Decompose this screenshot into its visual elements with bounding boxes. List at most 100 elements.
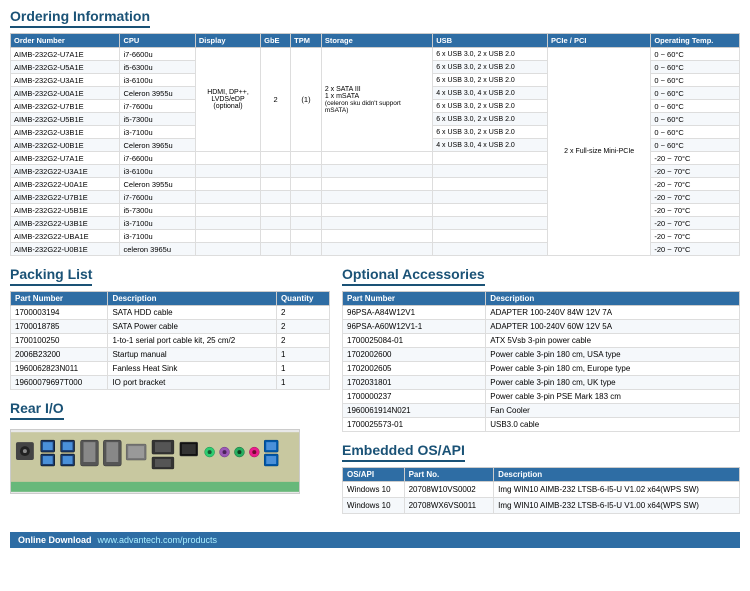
display-cell: HDMI, DP++,LVDS/eDP(optional) (195, 48, 260, 152)
opt-part: 1702002600 (343, 348, 486, 362)
order-number-cell: AIMB-232G2-U5B1E (11, 113, 120, 126)
col-order-number: Order Number (11, 34, 120, 48)
list-item: 17001002501-to-1 serial port cable kit, … (11, 334, 330, 348)
temp-cell: 0 ~ 60°C (651, 61, 740, 74)
usb-cell (433, 230, 548, 243)
opt-part: 1700025573-01 (343, 418, 486, 432)
temp-cell: 0 ~ 60°C (651, 126, 740, 139)
rear-io-image (10, 429, 300, 494)
list-item: 1702031801Power cable 3-pin 180 cm, UK t… (343, 376, 740, 390)
opt-desc: USB3.0 cable (486, 418, 740, 432)
packing-part: 2006B23200 (11, 348, 108, 362)
storage-cell (321, 191, 432, 204)
usb-cell: 6 x USB 3.0, 2 x USB 2.0 (433, 126, 548, 139)
storage-cell (321, 230, 432, 243)
cpu-cell: i7-6600u (120, 152, 195, 165)
gbe-cell (261, 217, 291, 230)
cpu-cell: i3-6100u (120, 165, 195, 178)
two-col-layout: Packing List Part Number Description Qua… (10, 266, 740, 524)
packing-desc: 1-to-1 serial port cable kit, 25 cm/2 (108, 334, 277, 348)
cpu-cell: i5-7300u (120, 204, 195, 217)
opt-desc: ADAPTER 100-240V 84W 12V 7A (486, 306, 740, 320)
order-number-cell: AIMB-232G2-U7B1E (11, 100, 120, 113)
list-item: 19600079697T000IO port bracket1 (11, 376, 330, 390)
display-cell (195, 217, 260, 230)
tpm-cell (291, 165, 322, 178)
cpu-cell: i3-6100u (120, 74, 195, 87)
left-column: Packing List Part Number Description Qua… (10, 266, 330, 524)
usb-cell (433, 204, 548, 217)
display-cell (195, 243, 260, 256)
gbe-cell (261, 204, 291, 217)
os-desc: Img WIN10 AIMB-232 LTSB-6-I5-U V1.02 x64… (494, 482, 740, 498)
os-api: Windows 10 (343, 482, 405, 498)
tpm-cell: (1) (291, 48, 322, 152)
tpm-cell (291, 204, 322, 217)
display-cell (195, 165, 260, 178)
storage-cell (321, 204, 432, 217)
packing-part: 1700003194 (11, 306, 108, 320)
os-col-part: Part No. (404, 468, 494, 482)
online-url[interactable]: www.advantech.com/products (98, 535, 218, 545)
col-usb: USB (433, 34, 548, 48)
ordering-title: Ordering Information (10, 8, 150, 28)
packing-section: Packing List Part Number Description Qua… (10, 266, 330, 390)
storage-cell (321, 178, 432, 191)
gbe-cell (261, 230, 291, 243)
packing-qty: 1 (276, 376, 329, 390)
temp-cell: 0 ~ 60°C (651, 48, 740, 61)
packing-part: 19600079697T000 (11, 376, 108, 390)
col-gbe: GbE (261, 34, 291, 48)
cpu-cell: i7-7600u (120, 100, 195, 113)
packing-col-part: Part Number (11, 292, 108, 306)
rear-io-title: Rear I/O (10, 400, 64, 420)
opt-part: 1960061914N021 (343, 404, 486, 418)
packing-qty: 2 (276, 334, 329, 348)
display-cell (195, 178, 260, 191)
order-number-cell: AIMB-232G2-U3A1E (11, 74, 120, 87)
packing-desc: SATA Power cable (108, 320, 277, 334)
tpm-cell (291, 191, 322, 204)
tpm-cell (291, 152, 322, 165)
list-item: 1700025084-01ATX 5Vsb 3-pin power cable (343, 334, 740, 348)
usb-cell (433, 191, 548, 204)
list-item: Windows 1020708W10VS0002Img WIN10 AIMB-2… (343, 482, 740, 498)
opt-part: 96PSA-A60W12V1-1 (343, 320, 486, 334)
list-item: 1700018785SATA Power cable2 (11, 320, 330, 334)
packing-part: 1700100250 (11, 334, 108, 348)
display-cell (195, 204, 260, 217)
cpu-cell: Celeron 3955u (120, 178, 195, 191)
order-number-cell: AIMB-232G22-U0A1E (11, 178, 120, 191)
gbe-cell (261, 191, 291, 204)
gbe-cell: 2 (261, 48, 291, 152)
opt-desc: Fan Cooler (486, 404, 740, 418)
temp-cell: -20 ~ 70°C (651, 165, 740, 178)
col-storage: Storage (321, 34, 432, 48)
temp-cell: 0 ~ 60°C (651, 139, 740, 152)
os-api: Windows 10 (343, 498, 405, 514)
online-label: Online Download (18, 535, 92, 545)
temp-cell: -20 ~ 70°C (651, 178, 740, 191)
order-number-cell: AIMB-232G2-U0B1E (11, 139, 120, 152)
tpm-cell (291, 230, 322, 243)
order-number-cell: AIMB-232G2-U0A1E (11, 87, 120, 100)
temp-cell: 0 ~ 60°C (651, 113, 740, 126)
temp-cell: -20 ~ 70°C (651, 243, 740, 256)
packing-desc: IO port bracket (108, 376, 277, 390)
order-number-cell: AIMB-232G22-U3A1E (11, 165, 120, 178)
opt-desc: Power cable 3-pin PSE Mark 183 cm (486, 390, 740, 404)
table-row: AIMB-232G2-U7A1Ei7-6600uHDMI, DP++,LVDS/… (11, 48, 740, 61)
order-number-cell: AIMB-232G22-U0B1E (11, 243, 120, 256)
os-part: 20708WX6VS0011 (404, 498, 494, 514)
cpu-cell: Celeron 3955u (120, 87, 195, 100)
storage-cell (321, 217, 432, 230)
temp-cell: -20 ~ 70°C (651, 230, 740, 243)
usb-cell: 6 x USB 3.0, 2 x USB 2.0 (433, 113, 548, 126)
tpm-cell (291, 217, 322, 230)
col-cpu: CPU (120, 34, 195, 48)
order-number-cell: AIMB-232G2-U7A1E (11, 48, 120, 61)
opt-desc: Power cable 3-pin 180 cm, UK type (486, 376, 740, 390)
packing-qty: 1 (276, 348, 329, 362)
opt-part: 96PSA-A84W12V1 (343, 306, 486, 320)
opt-col-desc: Description (486, 292, 740, 306)
